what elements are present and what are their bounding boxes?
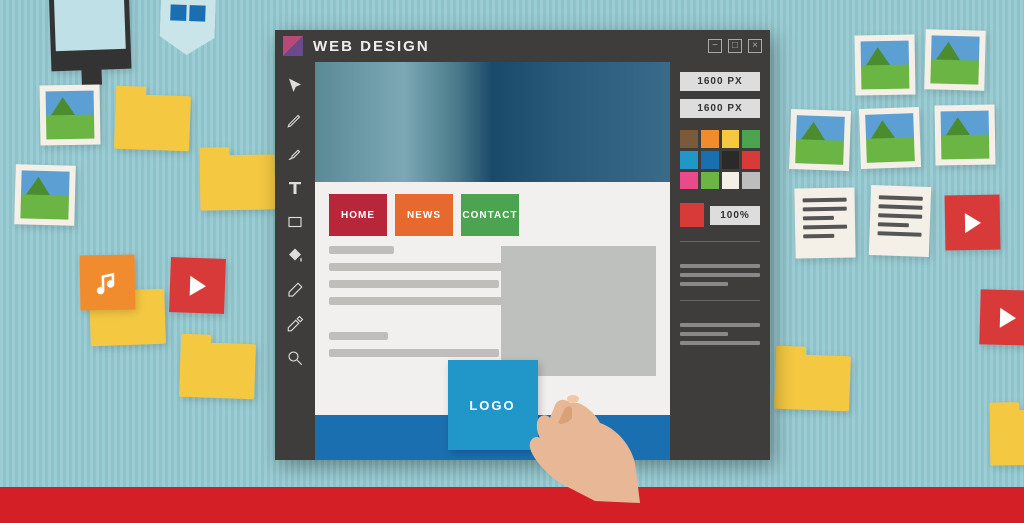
footer-bar <box>0 487 1024 523</box>
photo-thumbnail-icon <box>924 29 986 91</box>
color-swatch[interactable] <box>701 151 719 169</box>
play-icon <box>169 257 226 314</box>
app-logo-icon <box>283 36 303 56</box>
color-swatch[interactable] <box>722 172 740 190</box>
window-title: WEB DESIGN <box>313 38 708 55</box>
nav-contact-button[interactable]: CONTACT <box>461 194 519 236</box>
color-swatch[interactable] <box>742 172 760 190</box>
folder-icon <box>990 409 1024 465</box>
page-footer: LOGO <box>315 415 670 460</box>
folder-icon <box>114 94 191 152</box>
tool-toolbar <box>275 62 315 460</box>
cursor-tool[interactable] <box>285 76 305 96</box>
document-icon <box>869 185 931 257</box>
width-input[interactable]: 1600 PX <box>680 72 760 91</box>
eraser-tool[interactable] <box>285 280 305 300</box>
color-swatch[interactable] <box>701 130 719 148</box>
rectangle-tool[interactable] <box>285 212 305 232</box>
design-editor-window: WEB DESIGN − □ × HOME <box>275 30 770 460</box>
color-swatch[interactable] <box>701 172 719 190</box>
maximize-button[interactable]: □ <box>728 39 742 53</box>
color-swatch[interactable] <box>680 130 698 148</box>
color-swatches <box>680 130 760 189</box>
pencil-tool[interactable] <box>285 110 305 130</box>
brush-tool[interactable] <box>285 144 305 164</box>
titlebar[interactable]: WEB DESIGN − □ × <box>275 30 770 62</box>
eyedropper-tool[interactable] <box>285 314 305 334</box>
photo-thumbnail-icon <box>854 34 915 95</box>
properties-panel: 1600 PX 1600 PX 100% <box>670 62 770 460</box>
foreground-color-swatch[interactable] <box>680 203 704 227</box>
image-placeholder[interactable] <box>501 246 656 376</box>
nav-news-button[interactable]: NEWS <box>395 194 453 236</box>
height-input[interactable]: 1600 PX <box>680 99 760 118</box>
play-icon <box>945 195 1001 251</box>
folder-icon <box>200 154 276 210</box>
color-swatch[interactable] <box>722 130 740 148</box>
music-icon <box>80 255 136 311</box>
hero-banner <box>315 62 670 182</box>
color-swatch[interactable] <box>742 130 760 148</box>
play-icon <box>979 289 1024 345</box>
document-icon <box>794 187 855 258</box>
folder-icon <box>179 342 256 400</box>
fill-tool[interactable] <box>285 246 305 266</box>
photo-thumbnail-icon <box>14 164 76 226</box>
text-tool[interactable] <box>285 178 305 198</box>
shield-icon <box>159 0 216 56</box>
photo-thumbnail-icon <box>934 104 995 165</box>
photo-thumbnail-icon <box>789 109 851 171</box>
folder-icon <box>774 354 851 412</box>
monitor-icon <box>49 0 132 71</box>
photo-thumbnail-icon <box>859 107 921 169</box>
nav-home-button[interactable]: HOME <box>329 194 387 236</box>
layers-panel[interactable] <box>680 264 760 286</box>
zoom-input[interactable]: 100% <box>710 206 760 225</box>
color-swatch[interactable] <box>680 151 698 169</box>
desktop-scene: WEB DESIGN − □ × HOME <box>0 0 1024 523</box>
photo-thumbnail-icon <box>39 84 100 145</box>
canvas-area[interactable]: HOME NEWS CONTACT LOGO <box>315 62 670 460</box>
color-swatch[interactable] <box>680 172 698 190</box>
color-swatch[interactable] <box>722 151 740 169</box>
close-button[interactable]: × <box>748 39 762 53</box>
logo-drag-tile[interactable]: LOGO <box>448 360 538 450</box>
color-swatch[interactable] <box>742 151 760 169</box>
minimize-button[interactable]: − <box>708 39 722 53</box>
history-panel[interactable] <box>680 323 760 345</box>
zoom-tool[interactable] <box>285 348 305 368</box>
